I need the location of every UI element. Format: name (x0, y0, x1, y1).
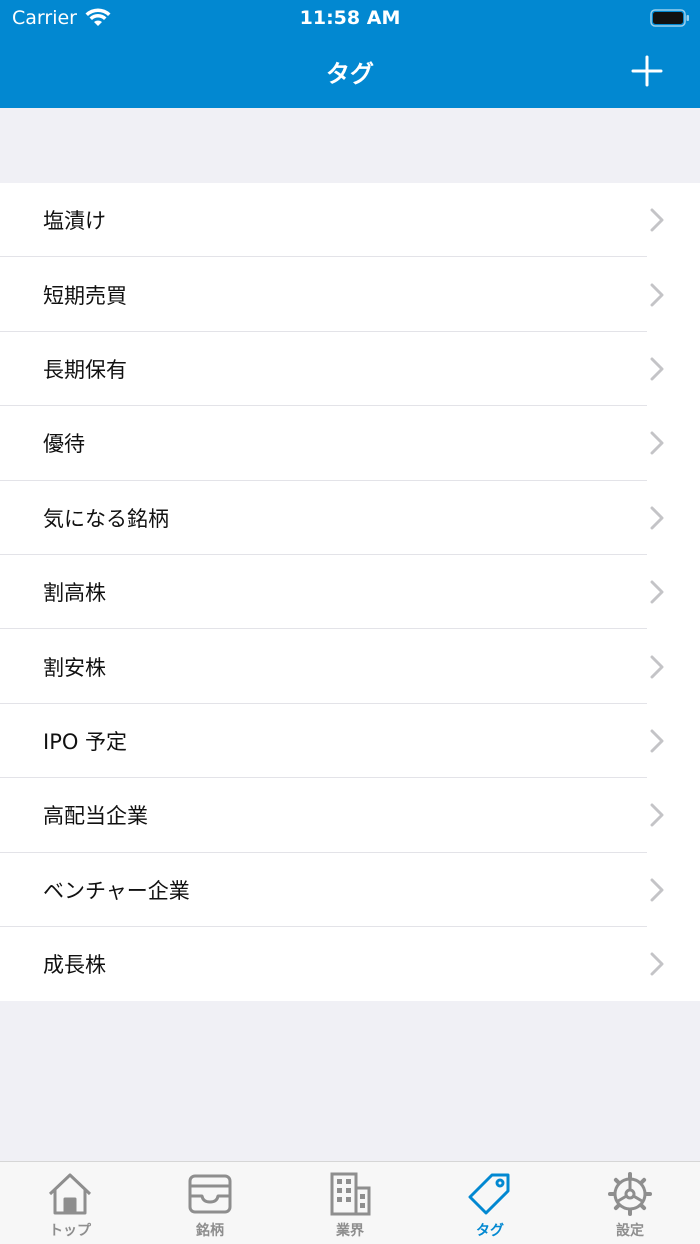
chevron-right-icon (650, 580, 664, 604)
tag-list: 塩漬け 短期売買 長期保有 優待 気になる銘柄 割高株 割安株 IPO 予定 高… (0, 183, 700, 1002)
tag-label: ベンチャー企業 (43, 878, 190, 903)
tab-industry[interactable]: 業界 (280, 1162, 420, 1244)
tag-list-item[interactable]: ベンチャー企業 (0, 853, 700, 928)
chevron-right-icon (650, 655, 664, 679)
tab-stocks[interactable]: 銘柄 (140, 1162, 280, 1244)
tag-list-item[interactable]: 短期売買 (0, 257, 700, 333)
tag-icon (468, 1173, 510, 1215)
battery-icon (650, 9, 689, 27)
gear-icon (608, 1172, 652, 1216)
tag-label: 長期保有 (43, 357, 127, 382)
tag-list-item[interactable]: 割高株 (0, 555, 700, 630)
chevron-right-icon (650, 952, 664, 976)
chevron-right-icon (650, 878, 664, 902)
chevron-right-icon (650, 208, 664, 232)
add-tag-button[interactable] (630, 54, 664, 88)
tag-label: 成長株 (43, 953, 106, 978)
tab-label: 銘柄 (196, 1223, 224, 1239)
chevron-right-icon (650, 803, 664, 827)
tag-label: 高配当企業 (43, 804, 148, 829)
tab-settings[interactable]: 設定 (560, 1162, 700, 1244)
tab-label: タグ (476, 1223, 504, 1239)
chevron-right-icon (650, 506, 664, 530)
tag-list-item[interactable]: 優待 (0, 406, 700, 481)
tag-list-item[interactable]: 長期保有 (0, 332, 700, 407)
nav-header: Carrier 11:58 AM タグ (0, 0, 700, 108)
tag-label: 塩漬け (43, 209, 106, 234)
tab-top[interactable]: トップ (0, 1162, 140, 1244)
tag-list-item[interactable]: 成長株 (0, 927, 700, 1001)
tag-list-item[interactable]: 塩漬け (0, 183, 700, 258)
tab-tags[interactable]: タグ (420, 1162, 560, 1244)
status-bar: Carrier 11:58 AM (0, 0, 700, 36)
home-icon (48, 1173, 92, 1215)
tag-list-item[interactable]: IPO 予定 (0, 704, 700, 779)
chevron-right-icon (650, 357, 664, 381)
tray-icon (188, 1174, 232, 1214)
tag-list-item[interactable]: 高配当企業 (0, 778, 700, 853)
tag-list-item[interactable]: 気になる銘柄 (0, 481, 700, 556)
tag-label: 気になる銘柄 (43, 506, 169, 531)
chevron-right-icon (650, 729, 664, 753)
status-time: 11:58 AM (299, 7, 401, 29)
tag-label: 割高株 (43, 581, 106, 606)
chevron-right-icon (650, 283, 664, 307)
tab-label: 設定 (616, 1223, 644, 1239)
tag-label: 短期売買 (43, 283, 127, 308)
tab-bar: トップ 銘柄 業界 タグ 設定 (0, 1161, 700, 1244)
plus-icon (631, 55, 663, 87)
building-icon (330, 1172, 371, 1216)
tab-label: 業界 (336, 1223, 364, 1239)
tag-list-item[interactable]: 割安株 (0, 629, 700, 705)
chevron-right-icon (650, 431, 664, 455)
tag-label: 割安株 (43, 655, 106, 680)
tag-label: IPO 予定 (43, 729, 128, 754)
tab-label: トップ (49, 1223, 91, 1239)
page-title: タグ (326, 60, 374, 88)
tag-label: 優待 (43, 432, 85, 457)
